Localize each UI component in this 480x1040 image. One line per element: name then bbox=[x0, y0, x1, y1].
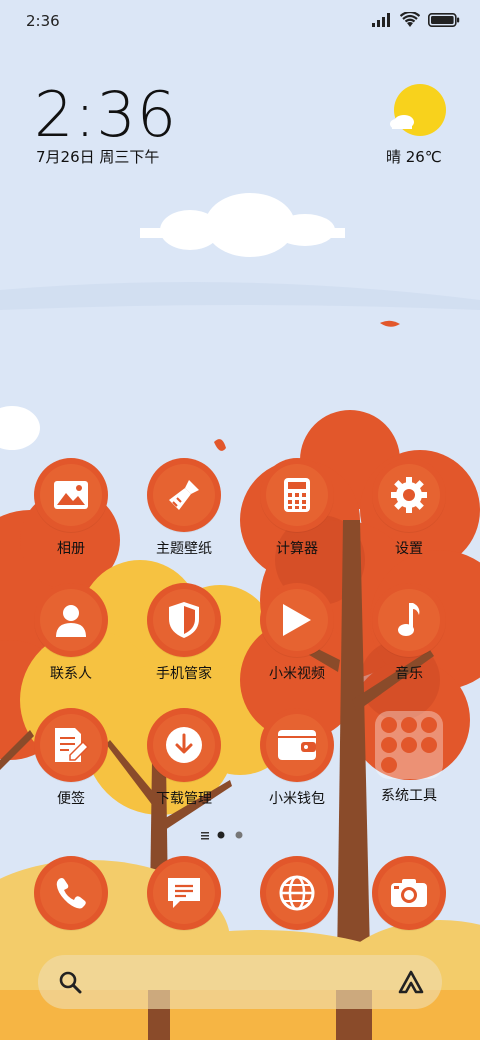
shield-icon bbox=[147, 583, 221, 657]
app-mi-wallet[interactable]: 小米钱包 bbox=[247, 708, 347, 808]
home-clock[interactable]: 2:36 bbox=[34, 78, 177, 151]
app-downloads[interactable]: 下载管理 bbox=[134, 708, 234, 808]
gear-icon bbox=[372, 458, 446, 532]
download-icon bbox=[147, 708, 221, 782]
dock-messages[interactable] bbox=[134, 856, 234, 930]
app-folder-system-tools[interactable]: 系统工具 bbox=[359, 708, 459, 805]
weather-text[interactable]: 晴 26℃ bbox=[386, 146, 442, 167]
battery-icon bbox=[428, 13, 460, 27]
wallet-icon bbox=[260, 708, 334, 782]
app-label: 小米钱包 bbox=[269, 791, 325, 807]
app-label: 手机管家 bbox=[156, 666, 212, 682]
app-label: 相册 bbox=[57, 541, 85, 557]
note-pencil-icon bbox=[34, 708, 108, 782]
app-settings[interactable]: 设置 bbox=[359, 458, 459, 558]
home-page-lines-icon bbox=[201, 832, 209, 840]
status-time: 2:36 bbox=[26, 12, 60, 30]
phone-icon bbox=[34, 856, 108, 930]
calculator-icon bbox=[260, 458, 334, 532]
contact-icon bbox=[34, 583, 108, 657]
app-label: 便签 bbox=[57, 791, 85, 807]
sun-cloud-icon[interactable] bbox=[390, 84, 446, 140]
home-screen: 2:36 2:36 7月26日 周三下午 晴 26℃ 相册 主题壁纸 计算器 设… bbox=[0, 0, 480, 1040]
status-icons bbox=[372, 12, 460, 28]
message-icon bbox=[147, 856, 221, 930]
folder-icon bbox=[375, 711, 443, 779]
app-security[interactable]: 手机管家 bbox=[134, 583, 234, 683]
dock-phone[interactable] bbox=[21, 856, 121, 930]
dock-browser[interactable] bbox=[247, 856, 347, 930]
app-label: 音乐 bbox=[395, 666, 423, 682]
home-date[interactable]: 7月26日 周三下午 bbox=[36, 146, 159, 167]
app-contacts[interactable]: 联系人 bbox=[21, 583, 121, 683]
app-label: 小米视频 bbox=[269, 666, 325, 682]
camera-icon bbox=[372, 856, 446, 930]
app-label: 主题壁纸 bbox=[156, 541, 212, 557]
app-theme-wallpaper[interactable]: 主题壁纸 bbox=[134, 458, 234, 558]
music-note-icon bbox=[372, 583, 446, 657]
app-label: 系统工具 bbox=[381, 788, 437, 804]
assistant-icon[interactable] bbox=[398, 970, 424, 994]
play-icon bbox=[260, 583, 334, 657]
app-mi-video[interactable]: 小米视频 bbox=[247, 583, 347, 683]
app-gallery[interactable]: 相册 bbox=[21, 458, 121, 558]
app-music[interactable]: 音乐 bbox=[359, 583, 459, 683]
search-icon[interactable] bbox=[58, 970, 82, 994]
signal-icon bbox=[372, 13, 390, 27]
app-label: 下载管理 bbox=[156, 791, 212, 807]
app-label: 联系人 bbox=[50, 666, 92, 682]
dock-camera[interactable] bbox=[359, 856, 459, 930]
brush-icon bbox=[147, 458, 221, 532]
app-label: 设置 bbox=[395, 541, 423, 557]
app-notes[interactable]: 便签 bbox=[21, 708, 121, 808]
browser-globe-icon bbox=[260, 856, 334, 930]
search-bar[interactable] bbox=[38, 955, 442, 1009]
app-label: 计算器 bbox=[276, 541, 318, 557]
status-bar: 2:36 bbox=[0, 0, 480, 44]
gallery-icon bbox=[34, 458, 108, 532]
page-indicator[interactable] bbox=[0, 830, 480, 840]
wifi-icon bbox=[400, 12, 420, 27]
app-calculator[interactable]: 计算器 bbox=[247, 458, 347, 558]
